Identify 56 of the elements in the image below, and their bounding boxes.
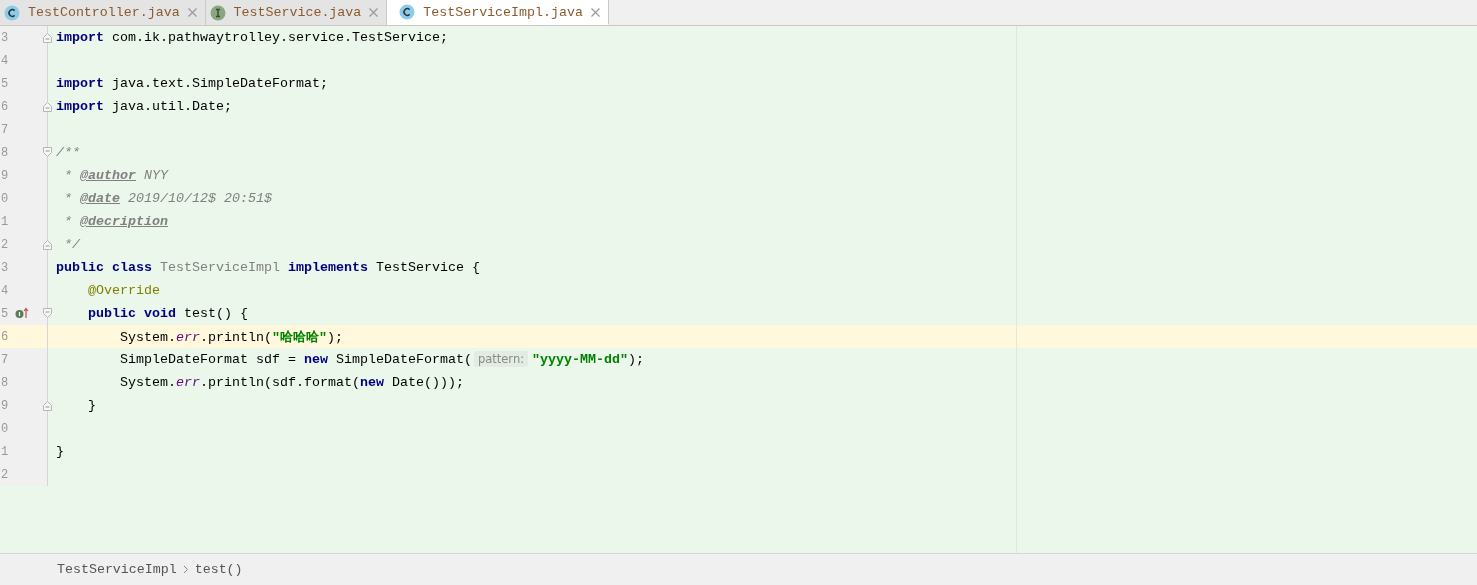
code-line: System.err.println(sdf.format(new Date())); bbox=[119, 375, 464, 390]
line-number: 2 bbox=[0, 467, 10, 482]
line-number: 1 bbox=[0, 214, 10, 229]
code-line: import java.util.Date; bbox=[55, 99, 232, 114]
line-number: 7 bbox=[0, 122, 10, 137]
code-line: * @author NYY bbox=[63, 168, 168, 183]
code-line: public class TestServiceImpl implements TestService { bbox=[55, 260, 480, 275]
interface-icon bbox=[209, 4, 226, 21]
line-number: 9 bbox=[0, 168, 10, 183]
chevron-icon bbox=[182, 565, 189, 574]
line-number: 3 bbox=[0, 260, 10, 275]
code-line: @Override bbox=[87, 283, 160, 298]
fold-icon[interactable] bbox=[43, 32, 52, 43]
line-number: 1 bbox=[0, 444, 10, 459]
line-number: 8 bbox=[0, 375, 10, 390]
close-icon[interactable] bbox=[187, 8, 197, 17]
parameter-hint: pattern: bbox=[473, 351, 529, 367]
class-icon bbox=[399, 4, 416, 20]
breadcrumb-item[interactable]: test() bbox=[194, 562, 243, 577]
code-line: import java.text.SimpleDateFormat; bbox=[55, 76, 328, 91]
line-number: 4 bbox=[0, 53, 10, 68]
line-number: 0 bbox=[0, 421, 10, 436]
file-tab[interactable]: TestServiceImpl.java bbox=[387, 0, 609, 25]
file-tab[interactable]: TestService.java bbox=[205, 0, 388, 25]
code-line: public void test() { bbox=[87, 306, 248, 321]
code-line: */ bbox=[63, 237, 80, 252]
fold-icon[interactable] bbox=[43, 308, 52, 319]
line-number: 4 bbox=[0, 283, 10, 298]
line-number: 6 bbox=[0, 329, 10, 344]
line-number: 6 bbox=[0, 99, 10, 114]
line-number: 7 bbox=[0, 352, 10, 367]
close-icon[interactable] bbox=[590, 7, 600, 17]
code-line: } bbox=[87, 398, 96, 413]
fold-icon[interactable] bbox=[43, 400, 52, 411]
file-tab[interactable]: TestController.java bbox=[0, 0, 206, 25]
code-line: SimpleDateFormat sdf = new SimpleDateFormat( pattern: "yyyy-MM-dd"); bbox=[119, 352, 645, 367]
line-number: 8 bbox=[0, 145, 10, 160]
code-line: import com.ik.pathwaytrolley.service.TestService; bbox=[55, 30, 448, 45]
code-line: * @decription bbox=[63, 214, 168, 229]
line-number: 3 bbox=[0, 30, 10, 45]
line-number: 2 bbox=[0, 237, 10, 252]
code-line: /** bbox=[55, 145, 80, 160]
code-line: * @date 2019/10/12$ 20:51$ bbox=[63, 191, 272, 206]
class-icon bbox=[4, 4, 20, 21]
implements-icon[interactable] bbox=[15, 307, 29, 319]
code-line: System.err.println("哈哈哈"); bbox=[119, 328, 343, 346]
fold-icon[interactable] bbox=[43, 147, 52, 158]
fold-icon[interactable] bbox=[43, 101, 52, 112]
line-number: 9 bbox=[0, 398, 10, 413]
line-number: 5 bbox=[0, 76, 10, 91]
line-number: 0 bbox=[0, 191, 10, 206]
breadcrumb-item[interactable]: TestServiceImpl bbox=[57, 562, 177, 577]
close-icon[interactable] bbox=[369, 8, 379, 17]
line-number: 5 bbox=[0, 306, 10, 321]
fold-icon[interactable] bbox=[43, 239, 52, 250]
code-line: } bbox=[55, 444, 64, 459]
